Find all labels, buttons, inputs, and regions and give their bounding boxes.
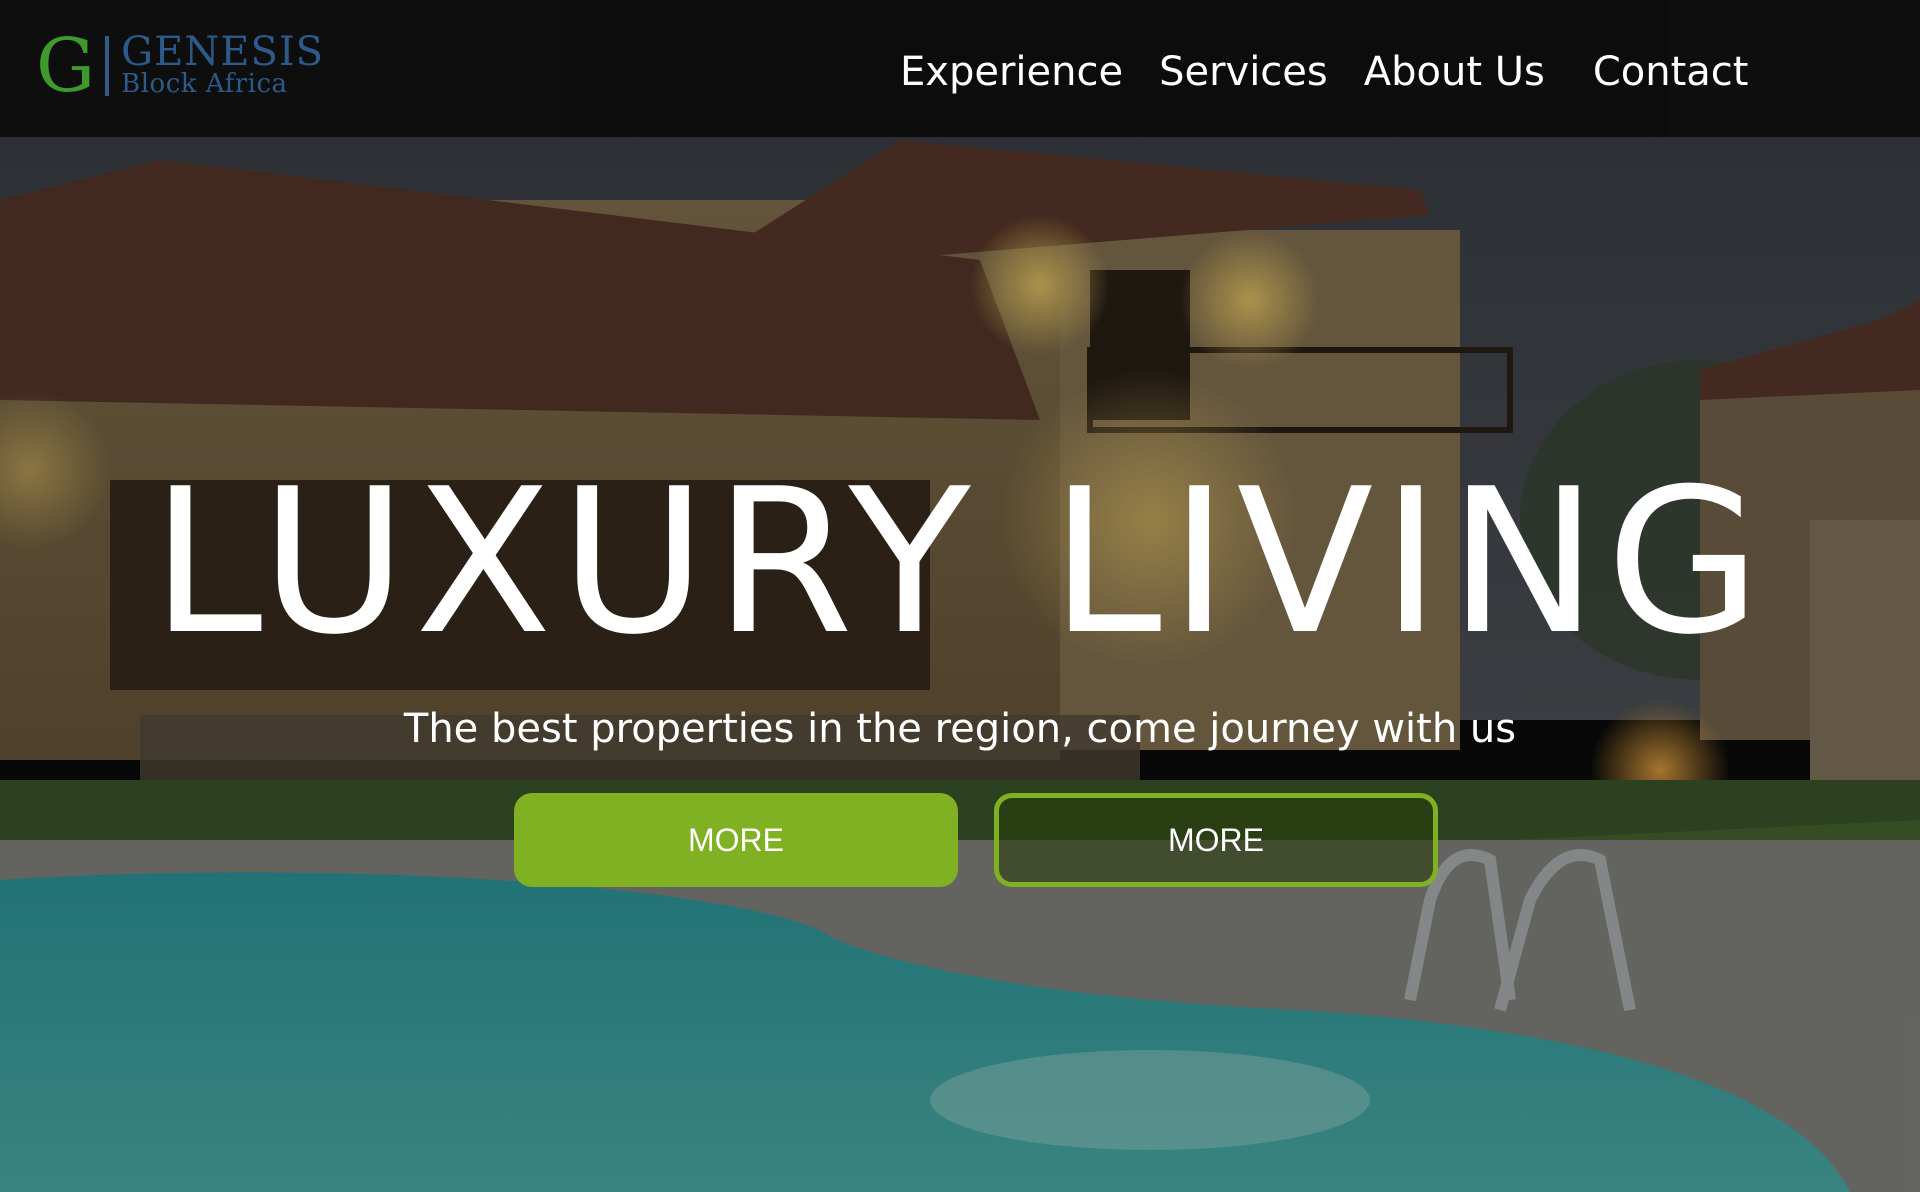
logo-name: GENESIS: [121, 29, 325, 75]
logo-divider: [105, 36, 110, 96]
nav-link-services[interactable]: Services: [1159, 49, 1328, 95]
logo-subtitle: Block Africa: [121, 69, 288, 99]
logo-text: GENESIS Block Africa: [121, 29, 325, 99]
more-button-primary[interactable]: MORE: [514, 793, 958, 887]
nav-link-experience[interactable]: Experience: [900, 49, 1123, 95]
logo-letter: G: [36, 23, 96, 109]
main-nav: Experience Services About Us Contact: [900, 44, 1748, 100]
top-navbar: G GENESIS Block Africa Experience Servic…: [0, 0, 1920, 137]
more-button-secondary[interactable]: MORE: [994, 793, 1438, 887]
hero-title: LUXURY LIVING: [151, 446, 1769, 679]
nav-link-about-us[interactable]: About Us: [1364, 49, 1545, 95]
nav-link-contact[interactable]: Contact: [1593, 49, 1749, 95]
page: G GENESIS Block Africa Experience Servic…: [0, 0, 1920, 1192]
hero-subtitle: The best properties in the region, come …: [403, 706, 1517, 752]
site-logo[interactable]: G GENESIS Block Africa: [36, 28, 324, 104]
